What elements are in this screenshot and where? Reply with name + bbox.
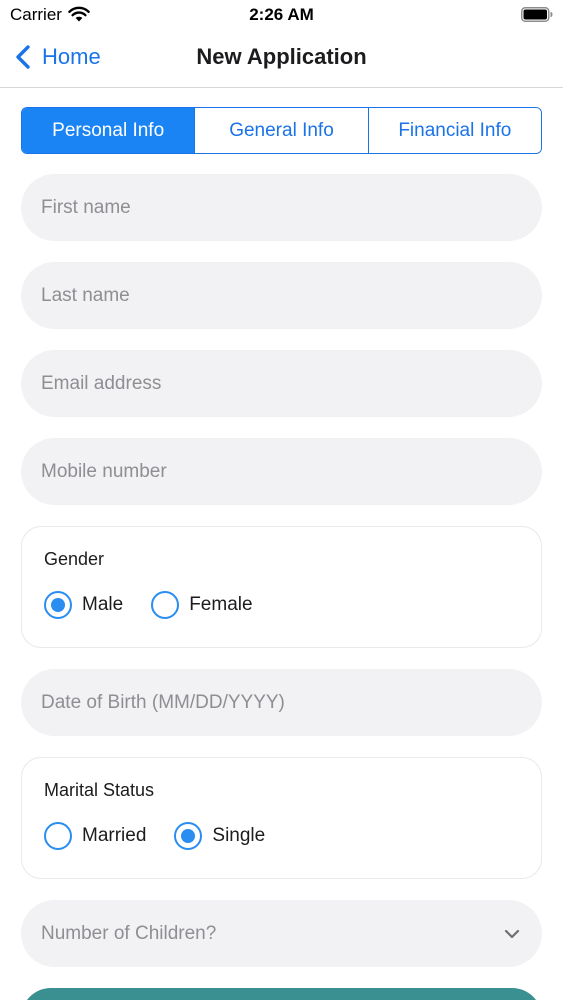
email-input[interactable] [41, 372, 542, 395]
mobile-field[interactable] [21, 438, 542, 505]
email-field[interactable] [21, 350, 542, 417]
gender-option-female[interactable]: Female [151, 591, 253, 619]
status-bar: Carrier 2:26 AM [0, 0, 563, 30]
gender-options: Male Female [44, 591, 281, 619]
marital-status-card: Marital Status Married Single [21, 757, 542, 879]
segmented-control: Personal Info General Info Financial Inf… [21, 107, 542, 154]
chevron-down-icon [504, 929, 520, 938]
app-screen: Carrier 2:26 AM Home New Application Per… [0, 0, 563, 1000]
last-name-input[interactable] [41, 284, 542, 307]
radio-unchecked-icon[interactable] [44, 822, 72, 850]
tab-financial-info[interactable]: Financial Info [367, 108, 541, 153]
marital-option-label: Married [82, 825, 147, 846]
battery-icon [521, 7, 553, 22]
continue-button[interactable] [21, 988, 542, 1000]
mobile-input[interactable] [41, 460, 542, 483]
marital-option-single[interactable]: Single [174, 822, 265, 850]
gender-option-label: Male [82, 594, 124, 615]
marital-option-label: Single [212, 825, 266, 846]
children-select-placeholder: Number of Children? [41, 922, 217, 944]
gender-option-male[interactable]: Male [44, 591, 123, 619]
tab-personal-info[interactable]: Personal Info [22, 108, 195, 153]
marital-status-title: Marital Status [44, 780, 155, 800]
radio-unchecked-icon[interactable] [151, 591, 180, 619]
status-time: 2:26 AM [249, 5, 314, 24]
children-select[interactable]: Number of Children? [21, 900, 542, 967]
gender-option-label: Female [189, 594, 253, 615]
first-name-input[interactable] [41, 196, 542, 219]
marital-status-options: Married Single [44, 822, 293, 850]
gender-card: Gender Male Female [21, 526, 542, 648]
first-name-field[interactable] [21, 174, 542, 241]
navigation-bar: Home New Application [0, 30, 563, 88]
page-title: New Application [196, 44, 367, 69]
dob-input[interactable] [41, 691, 542, 714]
radio-checked-icon[interactable] [44, 591, 72, 619]
radio-checked-icon[interactable] [174, 822, 203, 850]
tab-general-info[interactable]: General Info [194, 108, 368, 153]
dob-field[interactable] [21, 669, 542, 736]
last-name-field[interactable] [21, 262, 542, 329]
marital-option-married[interactable]: Married [44, 822, 146, 850]
gender-title: Gender [44, 549, 105, 569]
